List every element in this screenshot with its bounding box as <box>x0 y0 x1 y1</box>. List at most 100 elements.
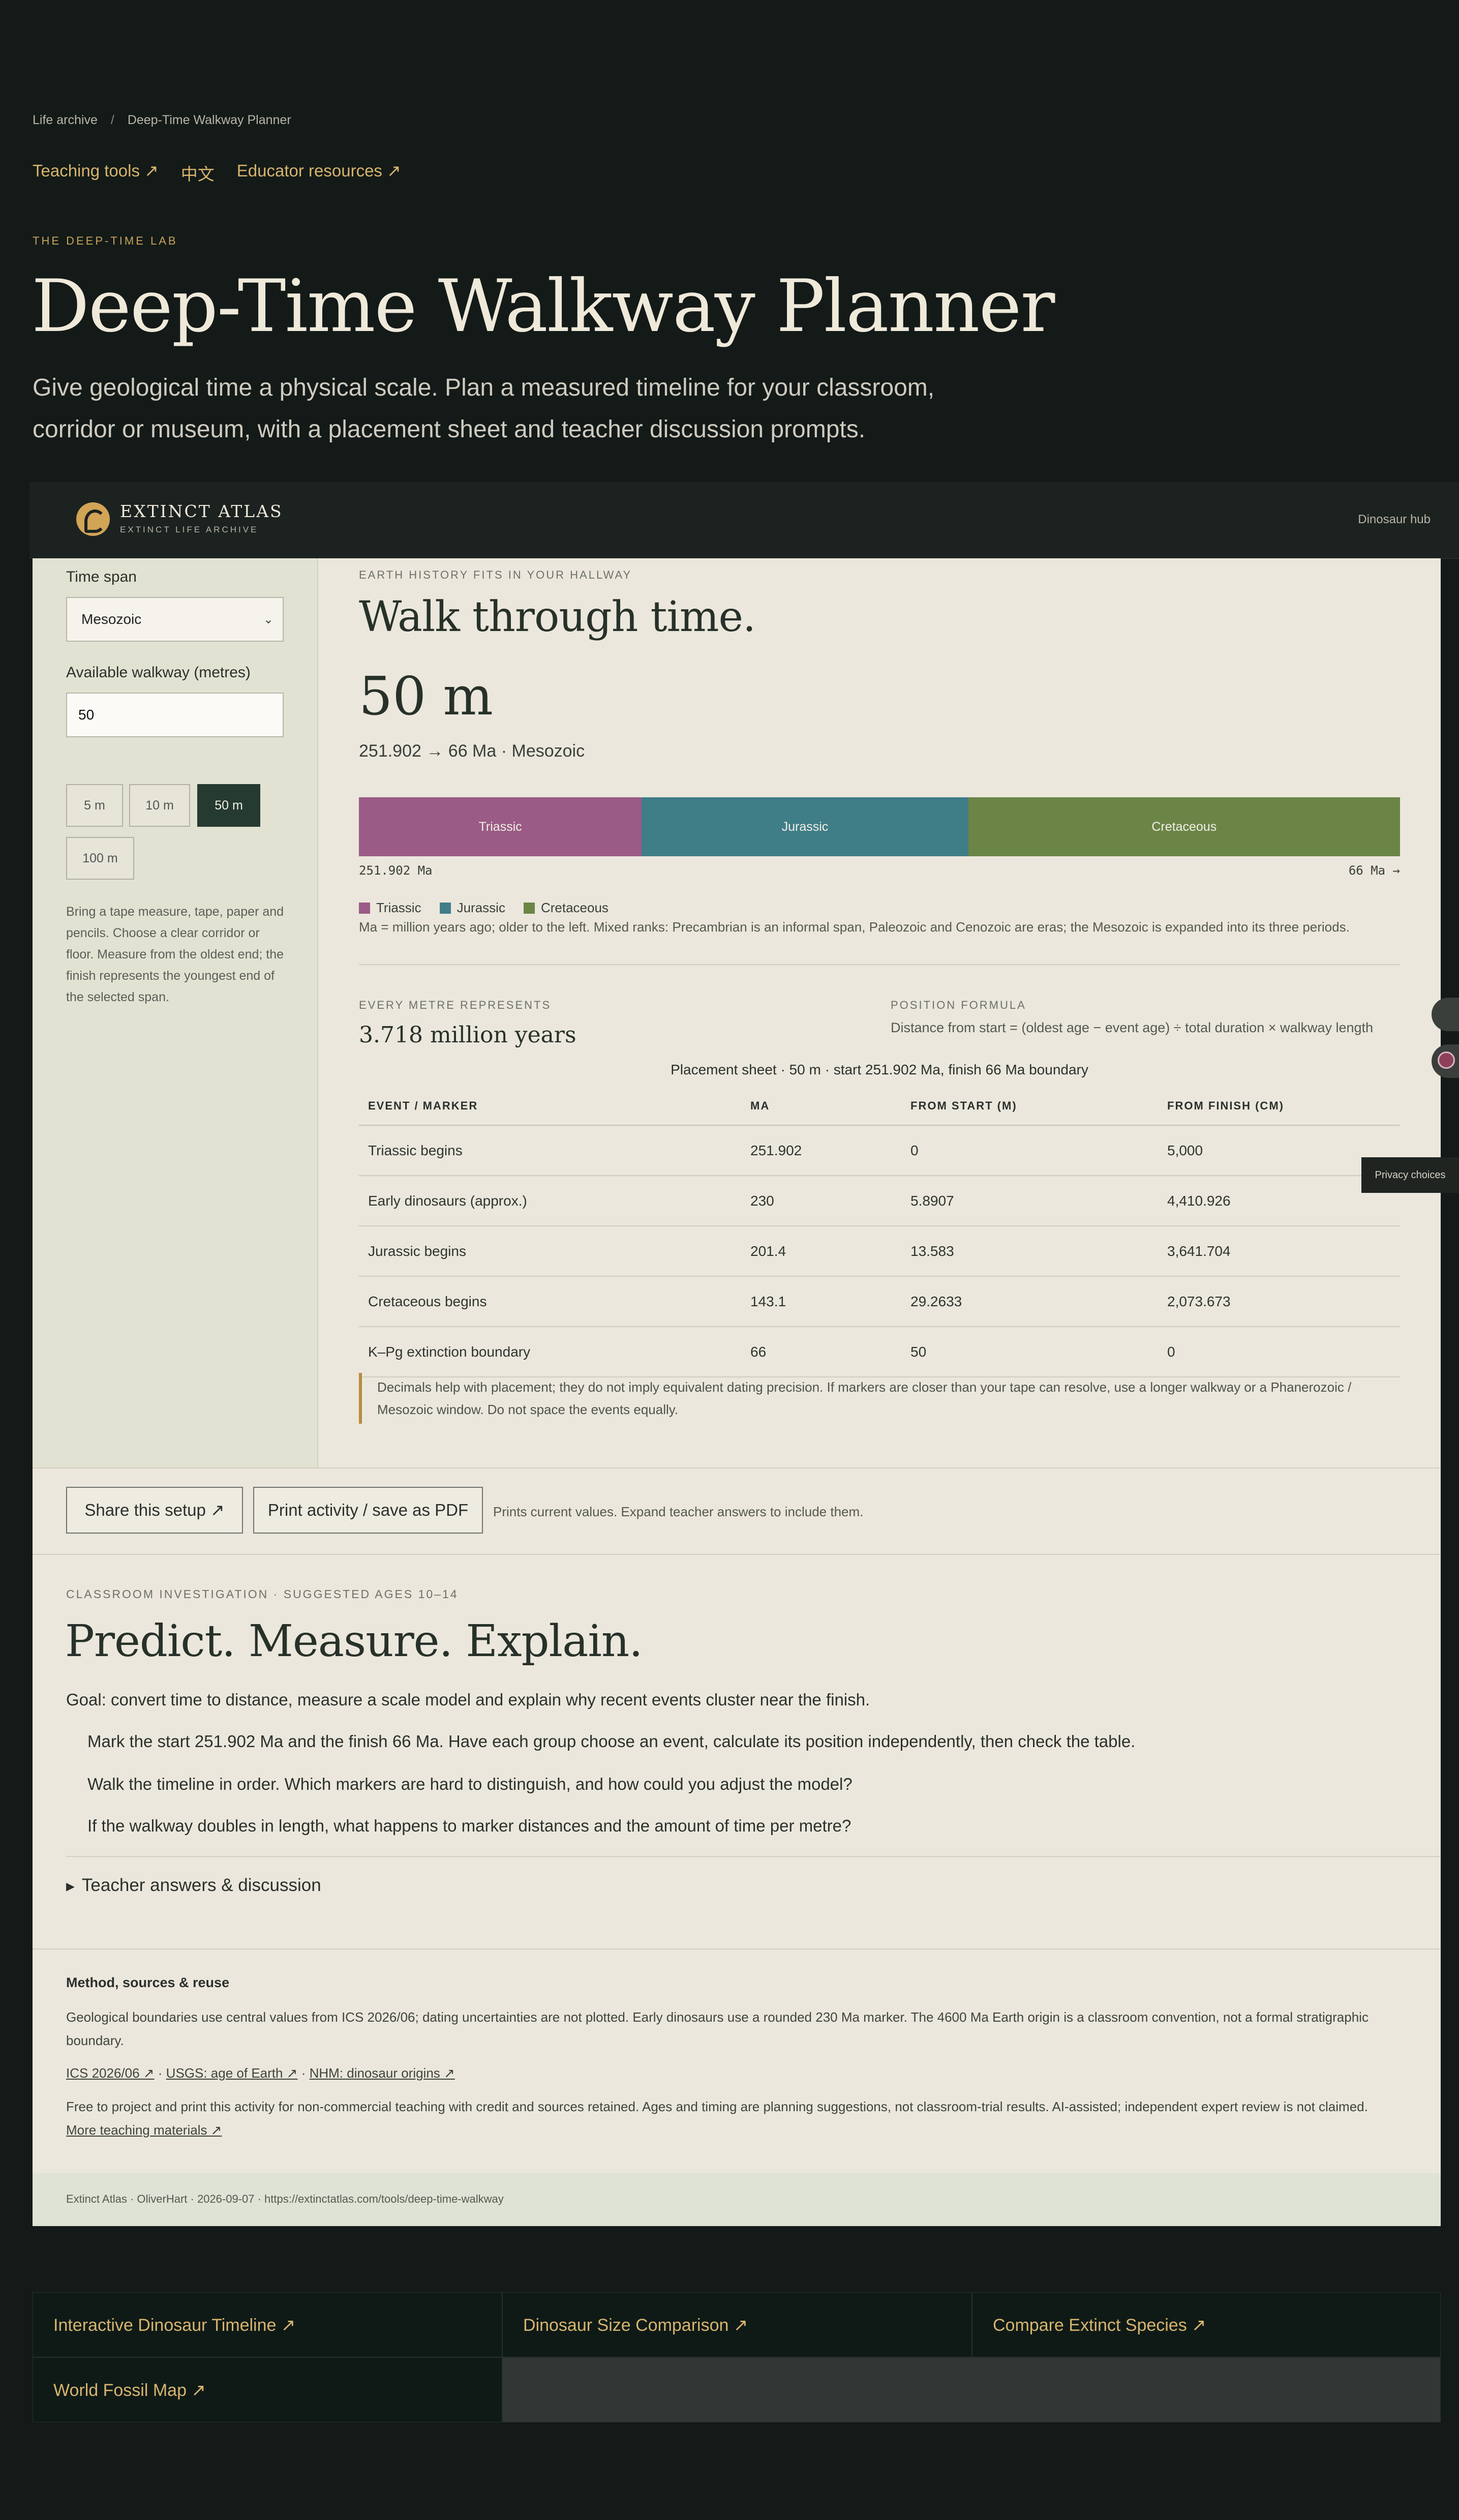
walkway-label: Available walkway (metres) <box>66 664 251 681</box>
preset-50m-button[interactable]: 50 m <box>197 784 260 827</box>
more-teaching-materials-link[interactable]: More teaching materials ↗ <box>66 2122 222 2138</box>
position-formula: Distance from start = (oldest age − even… <box>891 1020 1374 1035</box>
ma-explanation: Ma = million years ago; older to the lef… <box>359 919 1350 935</box>
preset-10m-button[interactable]: 10 m <box>129 784 190 827</box>
teaching-tools-link[interactable]: Teaching tools ↗ <box>33 161 159 185</box>
bar-start-label: 251.902 Ma <box>359 863 433 878</box>
bar-end-label: 66 Ma → <box>1348 863 1400 878</box>
related-tool-fossil-map-link[interactable]: World Fossil Map ↗ <box>33 2357 502 2422</box>
time-span-select[interactable]: Mesozoic ⌄ <box>66 597 284 642</box>
section-title: Walk through time. <box>359 593 756 641</box>
preset-100m-button[interactable]: 100 m <box>66 837 134 880</box>
teacher-answers-toggle[interactable]: ▶ Teacher answers & discussion <box>66 1875 321 1896</box>
brand-name[interactable]: EXTINCT ATLAS <box>120 501 283 521</box>
divider <box>359 964 1400 965</box>
privacy-choices-button[interactable]: Privacy choices <box>1361 1157 1459 1193</box>
share-setup-button[interactable]: Share this setup ↗ <box>66 1487 243 1534</box>
source-separator: · <box>297 2065 310 2081</box>
legend-label: Jurassic <box>457 900 505 915</box>
table-cell: 3,641.704 <box>1158 1226 1400 1277</box>
planner-panel: Time span Mesozoic ⌄ Available walkway (… <box>33 558 1441 2226</box>
period-segment-triassic: Triassic <box>359 797 642 856</box>
dinosaur-hub-link[interactable]: Dinosaur hub <box>1358 513 1431 527</box>
column-header: EVENT / MARKER <box>359 1087 741 1126</box>
table-cell: Jurassic begins <box>359 1226 741 1277</box>
breadcrumb-separator: / <box>110 113 114 127</box>
citation-strip: Extinct Atlas · OliverHart · 2026-09-07 … <box>33 2173 1441 2226</box>
table-cell: Cretaceous begins <box>359 1276 741 1327</box>
divider <box>33 1467 1441 1468</box>
legend-label: Triassic <box>376 900 421 915</box>
table-cell: 13.583 <box>901 1226 1158 1277</box>
table-cell: 66 <box>741 1327 901 1377</box>
print-activity-button[interactable]: Print activity / save as PDF <box>253 1487 483 1534</box>
setup-instructions: Bring a tape measure, tape, paper and pe… <box>66 905 284 1004</box>
divider <box>33 1948 1441 1949</box>
walkway-length-input[interactable]: 50 <box>66 693 284 737</box>
related-tools: Interactive Dinosaur Timeline ↗ Dinosaur… <box>33 2292 1441 2422</box>
hero-eyebrow: THE DEEP-TIME LAB <box>33 234 178 247</box>
table-cell: 143.1 <box>741 1276 901 1327</box>
column-header: MA <box>741 1087 901 1126</box>
disclosure-triangle-icon: ▶ <box>66 1879 75 1893</box>
placement-table: EVENT / MARKER MA FROM START (M) FROM FI… <box>359 1087 1400 1377</box>
column-header: FROM START (M) <box>901 1087 1158 1126</box>
legend-item: Jurassic <box>439 900 505 916</box>
teacher-answers-label: Teacher answers & discussion <box>81 1875 321 1895</box>
license-text: Free to project and print this activity … <box>66 2099 1368 2114</box>
legend-item: Triassic <box>359 900 421 916</box>
legend-swatch <box>359 902 370 914</box>
column-header: FROM FINISH (CM) <box>1158 1087 1400 1126</box>
table-row: Cretaceous begins 143.1 29.2633 2,073.673 <box>359 1276 1400 1327</box>
table-row: Triassic begins 251.902 0 5,000 <box>359 1125 1400 1176</box>
legend-item: Cretaceous <box>523 900 609 916</box>
timeline-bar: Triassic Jurassic Cretaceous <box>359 797 1400 856</box>
spiral-ammonite-icon[interactable] <box>76 502 110 536</box>
site-header: EXTINCT ATLAS EXTINCT LIFE ARCHIVE Dinos… <box>29 482 1459 559</box>
investigation-title: Predict. Measure. Explain. <box>65 1616 643 1667</box>
table-cell: 5.8907 <box>901 1176 1158 1226</box>
legend-label: Cretaceous <box>540 900 609 915</box>
related-tool-timeline-link[interactable]: Interactive Dinosaur Timeline ↗ <box>33 2292 502 2357</box>
table-cell: 201.4 <box>741 1226 901 1277</box>
table-cell: 251.902 <box>741 1125 901 1176</box>
empty-tile <box>502 2357 1441 2422</box>
divider <box>66 1856 1441 1857</box>
walkway-length-display: 50 m <box>359 665 494 727</box>
controls-sidebar: Time span Mesozoic ⌄ Available walkway (… <box>33 558 318 1467</box>
table-cell: 2,073.673 <box>1158 1276 1400 1327</box>
investigation-goal: Goal: convert time to distance, measure … <box>66 1690 870 1709</box>
preset-5m-button[interactable]: 5 m <box>66 784 123 827</box>
table-cell: 230 <box>741 1176 901 1226</box>
table-cell: K–Pg extinction boundary <box>359 1327 741 1377</box>
table-row: K–Pg extinction boundary 66 50 0 <box>359 1327 1400 1377</box>
related-tool-compare-species-link[interactable]: Compare Extinct Species ↗ <box>972 2292 1441 2357</box>
top-links: Teaching tools ↗ 中文 Educator resources ↗ <box>33 161 401 185</box>
breadcrumb-root-link[interactable]: Life archive <box>33 113 98 127</box>
print-note: Prints current values. Expand teacher an… <box>493 1504 864 1519</box>
span-range: 251.902 → 66 Ma · Mesozoic <box>359 741 585 761</box>
usgs-source-link[interactable]: USGS: age of Earth ↗ <box>166 2065 298 2081</box>
source-links: ICS 2026/06 ↗ · USGS: age of Earth ↗ · N… <box>66 2061 1418 2085</box>
time-span-label: Time span <box>66 568 137 585</box>
table-cell: 29.2633 <box>901 1276 1158 1327</box>
placement-sheet-caption: Placement sheet · 50 m · start 251.902 M… <box>671 1062 1088 1077</box>
educator-resources-link[interactable]: Educator resources ↗ <box>237 161 401 185</box>
table-cell: 0 <box>1158 1327 1400 1377</box>
method-text: Geological boundaries use central values… <box>66 2009 1369 2048</box>
table-cell: 50 <box>901 1327 1158 1377</box>
related-tool-size-comparison-link[interactable]: Dinosaur Size Comparison ↗ <box>502 2292 972 2357</box>
period-legend: Triassic Jurassic Cretaceous <box>359 900 609 916</box>
ics-source-link[interactable]: ICS 2026/06 ↗ <box>66 2065 155 2081</box>
investigation-question: Mark the start 251.902 Ma and the finish… <box>87 1732 1136 1751</box>
more-materials-row: More teaching materials ↗ <box>66 2118 1418 2142</box>
chevron-down-icon: ⌄ <box>263 613 273 626</box>
period-segment-cretaceous: Cretaceous <box>968 797 1400 856</box>
content-eyebrow: EARTH HISTORY FITS IN YOUR HALLWAY <box>359 568 632 581</box>
investigation-eyebrow: CLASSROOM INVESTIGATION · SUGGESTED AGES… <box>66 1587 459 1601</box>
nhm-source-link[interactable]: NHM: dinosaur origins ↗ <box>310 2065 455 2081</box>
method-heading: Method, sources & reuse <box>66 1975 230 1990</box>
breadcrumb-current: Deep-Time Walkway Planner <box>127 113 291 127</box>
language-chinese-link[interactable]: 中文 <box>181 161 215 185</box>
legend-swatch <box>523 902 535 914</box>
